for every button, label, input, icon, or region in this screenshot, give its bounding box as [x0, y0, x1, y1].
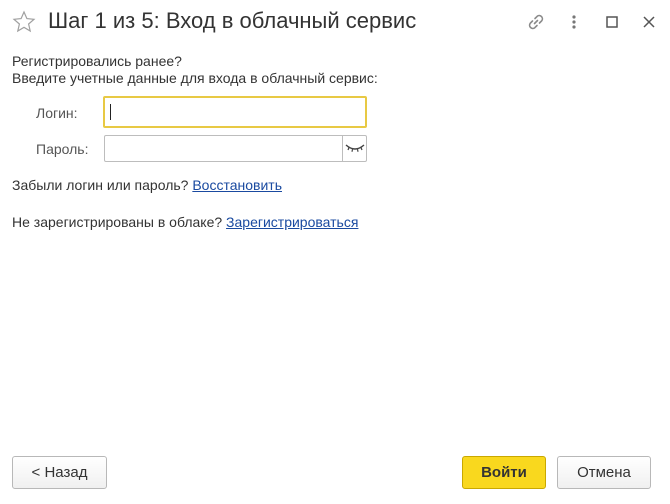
close-icon[interactable] — [637, 10, 661, 34]
restore-link[interactable]: Восстановить — [192, 177, 282, 193]
register-row: Не зарегистрированы в облаке? Зарегистри… — [12, 214, 358, 230]
star-icon[interactable] — [12, 10, 36, 34]
closed-eye-icon — [345, 144, 365, 152]
password-input[interactable] — [105, 136, 341, 161]
password-field — [104, 135, 367, 162]
intro-text: Регистрировались ранее? Введите учетные … — [12, 53, 378, 87]
intro-line-2: Введите учетные данные для входа в облач… — [12, 70, 378, 86]
back-button[interactable]: < Назад — [12, 456, 107, 489]
login-button[interactable]: Войти — [462, 456, 546, 489]
register-link[interactable]: Зарегистрироваться — [226, 214, 358, 230]
intro-line-1: Регистрировались ранее? — [12, 53, 182, 69]
title-bar: Шаг 1 из 5: Вход в облачный сервис — [0, 0, 670, 44]
forgot-credentials-row: Забыли логин или пароль? Восстановить — [12, 177, 282, 193]
link-icon[interactable] — [524, 10, 548, 34]
text-cursor — [110, 104, 111, 120]
forgot-text: Забыли логин или пароль? — [12, 177, 193, 193]
maximize-icon[interactable] — [600, 10, 624, 34]
more-icon[interactable] — [562, 10, 586, 34]
login-input[interactable] — [103, 96, 367, 128]
cancel-button[interactable]: Отмена — [557, 456, 651, 489]
window-title: Шаг 1 из 5: Вход в облачный сервис — [48, 8, 417, 33]
password-label: Пароль: — [36, 141, 89, 157]
login-label: Логин: — [36, 105, 78, 121]
register-text: Не зарегистрированы в облаке? — [12, 214, 227, 230]
dialog-window: Шаг 1 из 5: Вход в облачный сервис Регис… — [0, 0, 670, 504]
show-password-button[interactable] — [342, 136, 367, 161]
